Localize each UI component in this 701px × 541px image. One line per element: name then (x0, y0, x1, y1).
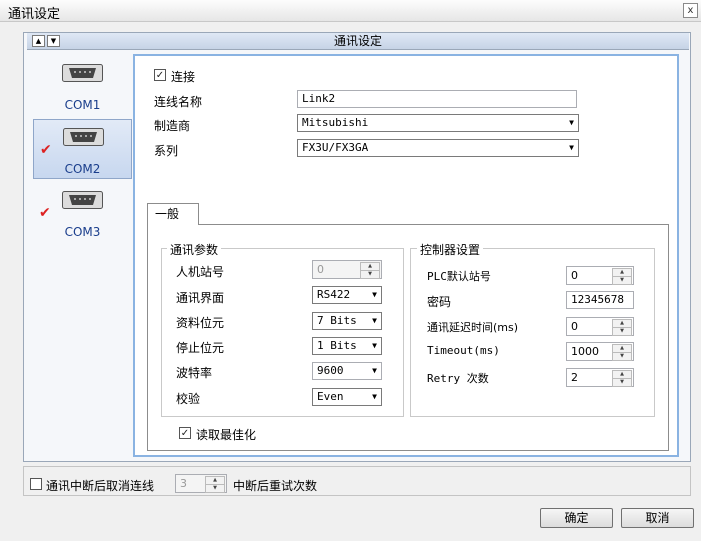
parity-select[interactable]: Even ▼ (312, 388, 382, 406)
station-label: 人机站号 (176, 265, 225, 279)
spin-down-icon[interactable]: ▼ (612, 378, 632, 387)
chevron-down-icon: ▼ (372, 341, 377, 350)
databits-value: 7 Bits (317, 314, 357, 327)
title-bar: 通讯设定 x (0, 0, 701, 22)
collapse-down-icon[interactable]: ▼ (47, 35, 60, 47)
stopbits-select[interactable]: 1 Bits ▼ (312, 337, 382, 355)
chevron-down-icon: ▼ (569, 143, 574, 152)
spin-down-icon[interactable]: ▼ (612, 276, 632, 285)
cancel-on-break-label: 通讯中断后取消连线 (46, 479, 155, 493)
timeout-stepper[interactable]: 1000 ▲ ▼ (566, 342, 634, 361)
cancel-on-break-checkbox[interactable] (30, 478, 42, 490)
chevron-down-icon: ▼ (569, 118, 574, 127)
serial-port-icon (63, 128, 104, 146)
station-stepper: 0 ▲ ▼ (312, 260, 382, 279)
delay-label: 通讯延迟时间(ms) (427, 321, 519, 334)
spin-down-icon: ▼ (205, 484, 225, 493)
close-button[interactable]: x (683, 3, 698, 18)
chevron-down-icon: ▼ (372, 316, 377, 325)
tab-general[interactable]: 一般 (147, 203, 199, 225)
password-label: 密码 (427, 295, 452, 309)
spin-down-icon[interactable]: ▼ (612, 352, 632, 361)
vendor-value: Mitsubishi (302, 116, 369, 129)
plc-station-label: PLC默认站号 (427, 270, 491, 283)
retry-value: 2 (571, 371, 578, 384)
com-item-com1[interactable]: COM1 (33, 56, 132, 116)
series-value: FX3U/FX3GA (302, 141, 369, 154)
com-label: COM3 (64, 225, 101, 239)
spin-down-icon[interactable]: ▼ (612, 327, 632, 336)
interface-value: RS422 (317, 288, 351, 301)
optimize-label: 读取最佳化 (196, 428, 257, 442)
timeout-label: Timeout(ms) (427, 344, 500, 357)
chevron-down-icon: ▼ (372, 392, 377, 401)
chevron-down-icon: ▼ (372, 366, 377, 375)
collapse-up-icon[interactable]: ▲ (32, 35, 45, 47)
spin-down-icon: ▼ (360, 270, 380, 279)
password-input[interactable]: 12345678 (566, 291, 634, 309)
parity-value: Even (317, 390, 344, 403)
link-name-label: 连线名称 (154, 95, 203, 109)
stopbits-label: 停止位元 (176, 341, 225, 355)
controller-title: 控制器设置 (417, 241, 484, 258)
retry-count-label: 中断后重试次数 (233, 479, 318, 493)
retry-count-stepper: 3 ▲ ▼ (175, 474, 227, 493)
retry-label: Retry 次数 (427, 372, 489, 385)
parity-label: 校验 (176, 392, 201, 406)
plc-station-stepper[interactable]: 0 ▲ ▼ (566, 266, 634, 285)
check-mark-icon: ✔ (39, 205, 51, 221)
retry-stepper[interactable]: 2 ▲ ▼ (566, 368, 634, 387)
link-name-input[interactable]: Link2 (297, 90, 577, 108)
serial-port-icon (62, 64, 103, 82)
optimize-checkbox[interactable]: ✓ (179, 427, 191, 439)
vendor-select[interactable]: Mitsubishi ▼ (297, 114, 579, 132)
retry-count-value: 3 (180, 477, 187, 490)
cancel-button[interactable]: 取消 (621, 508, 694, 528)
stopbits-value: 1 Bits (317, 339, 357, 352)
plc-station-value: 0 (571, 269, 578, 282)
connect-label: 连接 (171, 70, 196, 84)
vendor-label: 制造商 (154, 119, 191, 133)
interface-select[interactable]: RS422 ▼ (312, 286, 382, 304)
delay-value: 0 (571, 320, 578, 333)
serial-port-icon (62, 191, 103, 209)
series-label: 系列 (154, 144, 179, 158)
databits-select[interactable]: 7 Bits ▼ (312, 312, 382, 330)
timeout-value: 1000 (571, 345, 599, 358)
databits-label: 资料位元 (176, 316, 225, 330)
connect-checkbox[interactable]: ✓ (154, 69, 166, 81)
baud-label: 波特率 (176, 366, 213, 380)
window-title: 通讯设定 (8, 7, 61, 22)
interface-label: 通讯界面 (176, 291, 225, 305)
check-mark-icon: ✔ (40, 142, 52, 158)
chevron-down-icon: ▼ (372, 290, 377, 299)
comm-params-title: 通讯参数 (167, 241, 222, 258)
com-item-com3[interactable]: ✔ COM3 (33, 183, 132, 243)
com-label: COM2 (64, 162, 101, 176)
baud-select[interactable]: 9600 ▼ (312, 362, 382, 380)
panel-header: 通讯设定 (27, 33, 689, 50)
series-select[interactable]: FX3U/FX3GA ▼ (297, 139, 579, 157)
station-value: 0 (317, 263, 324, 276)
baud-value: 9600 (317, 364, 344, 377)
com-item-com2[interactable]: ✔ COM2 (33, 119, 132, 179)
delay-stepper[interactable]: 0 ▲ ▼ (566, 317, 634, 336)
com-label: COM1 (64, 98, 101, 112)
ok-button[interactable]: 确定 (540, 508, 613, 528)
